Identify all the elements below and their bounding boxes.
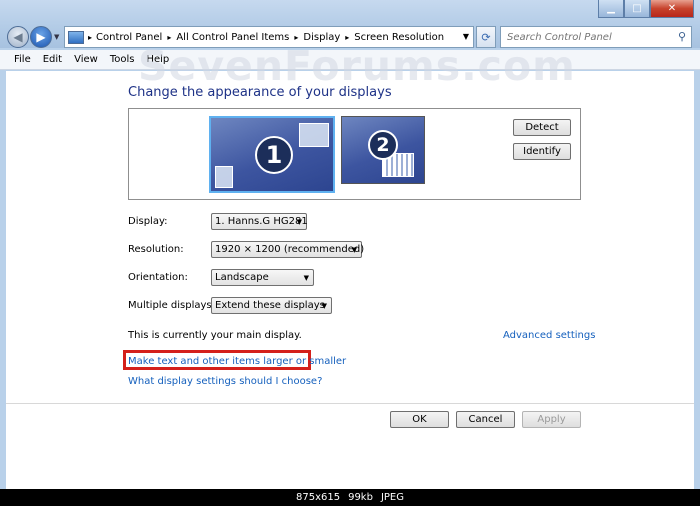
monitor-2[interactable]: 2 <box>341 116 425 184</box>
page-title: Change the appearance of your displays <box>128 85 392 100</box>
image-file-size: 99kb <box>348 492 373 503</box>
breadcrumb-separator-icon[interactable]: ▸ <box>294 33 298 42</box>
breadcrumb-display[interactable]: Display <box>303 32 340 43</box>
breadcrumb-all-items[interactable]: All Control Panel Items <box>176 32 289 43</box>
resolution-select[interactable]: 1920 × 1200 (recommended) ▼ <box>211 241 365 258</box>
monitor-arrangement: 1 2 Detect Identify <box>128 108 581 200</box>
back-arrow-icon: ◀ <box>13 30 23 44</box>
menu-help[interactable]: Help <box>146 54 169 65</box>
address-bar[interactable]: ▸ Control Panel ▸ All Control Panel Item… <box>64 26 474 48</box>
menu-tools[interactable]: Tools <box>110 54 135 65</box>
search-icon[interactable]: ⚲ <box>678 30 686 43</box>
display-help-link[interactable]: What display settings should I choose? <box>128 376 322 387</box>
refresh-button[interactable]: ⟳ <box>476 26 496 48</box>
image-info-bar: 875x615 99kb JPEG <box>0 489 700 506</box>
minimize-icon: ▁ <box>607 3 615 14</box>
identify-button[interactable]: Identify <box>513 143 571 160</box>
orientation-value: Landscape <box>215 272 269 283</box>
minimize-button[interactable]: ▁ <box>598 0 624 18</box>
breadcrumb-control-panel[interactable]: Control Panel <box>96 32 162 43</box>
chevron-down-icon: ▼ <box>351 246 357 254</box>
monitor-number-badge: 2 <box>368 130 398 160</box>
content-pane: Change the appearance of your displays 1… <box>6 71 694 489</box>
image-dimensions: 875x615 <box>295 492 341 503</box>
breadcrumb-screen-resolution[interactable]: Screen Resolution <box>354 32 444 43</box>
chevron-down-icon: ▼ <box>321 302 327 310</box>
multiple-displays-label: Multiple displays: <box>128 300 215 311</box>
apply-button[interactable]: Apply <box>522 411 581 428</box>
refresh-icon: ⟳ <box>481 30 491 44</box>
image-format: JPEG <box>380 492 404 503</box>
display-value: 1. Hanns.G HG281 <box>215 216 308 227</box>
divider <box>6 403 694 404</box>
menu-edit[interactable]: Edit <box>43 54 62 65</box>
breadcrumb-separator-icon[interactable]: ▸ <box>345 33 349 42</box>
monitor-number-badge: 1 <box>255 136 293 174</box>
search-box[interactable]: ⚲ <box>500 26 692 48</box>
search-input[interactable] <box>507 31 667 43</box>
maximize-button[interactable]: □ <box>624 0 650 18</box>
orientation-select[interactable]: Landscape ▼ <box>211 269 314 286</box>
ok-button[interactable]: OK <box>390 411 449 428</box>
menu-view[interactable]: View <box>74 54 98 65</box>
forward-button[interactable]: ▶ <box>30 26 52 48</box>
address-dropdown-icon[interactable]: ▼ <box>463 32 469 41</box>
maximize-icon: □ <box>632 3 642 14</box>
menu-bar: File Edit View Tools Help <box>0 50 700 70</box>
menu-file[interactable]: File <box>14 54 31 65</box>
chevron-down-icon: ▼ <box>296 218 302 226</box>
recent-pages-icon[interactable]: ▼ <box>54 33 59 41</box>
back-button[interactable]: ◀ <box>7 26 29 48</box>
multiple-displays-value: Extend these displays <box>215 300 325 311</box>
text-size-link[interactable]: Make text and other items larger or smal… <box>128 356 346 367</box>
chevron-down-icon: ▼ <box>303 274 309 282</box>
detect-button[interactable]: Detect <box>513 119 571 136</box>
orientation-label: Orientation: <box>128 272 188 283</box>
window-thumbnail-icon <box>215 166 233 188</box>
monitor-1[interactable]: 1 <box>209 116 335 193</box>
display-label: Display: <box>128 216 168 227</box>
cancel-button[interactable]: Cancel <box>456 411 515 428</box>
control-panel-icon <box>68 30 84 44</box>
resolution-label: Resolution: <box>128 244 184 255</box>
display-select[interactable]: 1. Hanns.G HG281 ▼ <box>211 213 308 230</box>
close-button[interactable]: ✕ <box>650 0 694 18</box>
multiple-displays-select[interactable]: Extend these displays ▼ <box>211 297 332 314</box>
resolution-value: 1920 × 1200 (recommended) <box>215 244 365 255</box>
breadcrumb-separator-icon[interactable]: ▸ <box>167 33 171 42</box>
breadcrumb: Control Panel ▸ All Control Panel Items … <box>96 32 444 43</box>
navigation-bar: ◀ ▶ ▼ ▸ Control Panel ▸ All Control Pane… <box>0 24 700 50</box>
screen-resolution-window: ▁ □ ✕ ◀ ▶ ▼ ▸ Control Panel ▸ All Contro… <box>0 0 700 489</box>
forward-arrow-icon: ▶ <box>36 30 46 44</box>
close-icon: ✕ <box>667 3 677 14</box>
caption-buttons: ▁ □ ✕ <box>598 0 694 18</box>
breadcrumb-separator-icon[interactable]: ▸ <box>88 33 92 42</box>
advanced-settings-link[interactable]: Advanced settings <box>503 330 595 341</box>
main-display-note: This is currently your main display. <box>128 330 302 341</box>
window-thumbnail-icon <box>299 123 329 147</box>
